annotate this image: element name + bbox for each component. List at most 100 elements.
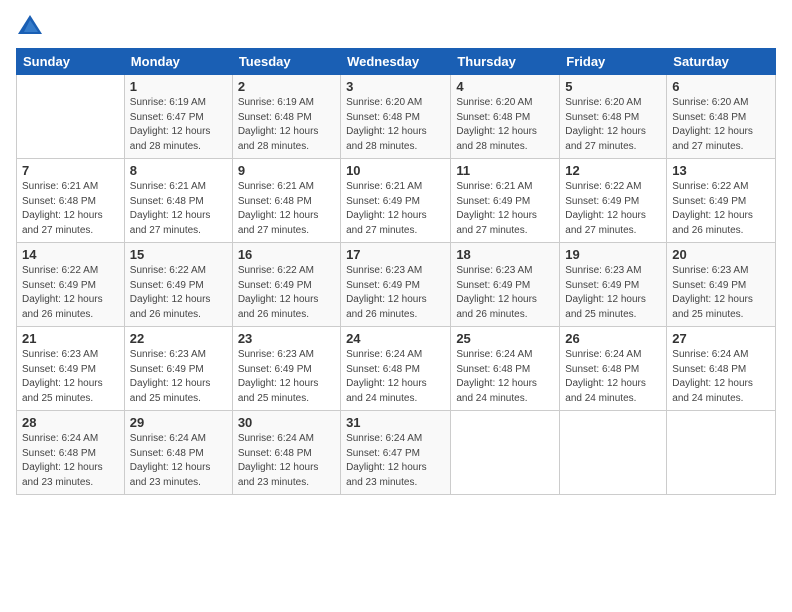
table-row: 11 Sunrise: 6:21 AM Sunset: 6:49 PM Dayli… (451, 159, 560, 243)
page: Sunday Monday Tuesday Wednesday Thursday… (0, 0, 792, 612)
table-row: 28Sunrise: 6:24 AM Sunset: 6:48 PM Dayli… (17, 411, 125, 495)
table-row: 31 Sunrise: 6:24 AM Sunset: 6:47 PM Dayli… (341, 411, 451, 495)
table-row: 24 Sunrise: 6:24 AM Sunset: 6:48 PM Dayli… (341, 327, 451, 411)
day-info: Sunrise: 6:24 AM Sunset: 6:48 PM Dayligh… (22, 432, 119, 490)
day-info: Sunrise: 6:20 AM Sunset: 6:48 PM Dayligh… (346, 96, 445, 154)
day-number: 7 (22, 163, 119, 178)
table-row: 8 Sunrise: 6:21 AM Sunset: 6:48 PM Daylig… (124, 159, 232, 243)
day-number: 8 (130, 163, 227, 178)
day-info: Sunrise: 6:20 AM Sunset: 6:48 PM Dayligh… (456, 96, 554, 154)
day-number: 31 (346, 415, 445, 430)
day-number: 15 (130, 247, 227, 262)
table-row: 23 Sunrise: 6:23 AM Sunset: 6:49 PM Dayli… (232, 327, 340, 411)
day-info: Sunrise: 6:24 AM Sunset: 6:48 PM Dayligh… (565, 348, 661, 406)
day-info: Sunrise: 6:24 AM Sunset: 6:47 PM Dayligh… (346, 432, 445, 490)
day-info: Sunrise: 6:24 AM Sunset: 6:48 PM Dayligh… (130, 432, 227, 490)
calendar-week-row: 28Sunrise: 6:24 AM Sunset: 6:48 PM Dayli… (17, 411, 776, 495)
day-info: Sunrise: 6:24 AM Sunset: 6:48 PM Dayligh… (456, 348, 554, 406)
table-row: 20 Sunrise: 6:23 AM Sunset: 6:49 PM Dayli… (667, 243, 776, 327)
day-number: 17 (346, 247, 445, 262)
col-monday: Monday (124, 49, 232, 75)
day-number: 24 (346, 331, 445, 346)
day-info: Sunrise: 6:23 AM Sunset: 6:49 PM Dayligh… (565, 264, 661, 322)
col-friday: Friday (560, 49, 667, 75)
day-info: Sunrise: 6:21 AM Sunset: 6:48 PM Dayligh… (130, 180, 227, 238)
day-number: 4 (456, 79, 554, 94)
day-info: Sunrise: 6:19 AM Sunset: 6:47 PM Dayligh… (130, 96, 227, 154)
table-row: 3 Sunrise: 6:20 AM Sunset: 6:48 PM Daylig… (341, 75, 451, 159)
day-number: 16 (238, 247, 335, 262)
calendar: Sunday Monday Tuesday Wednesday Thursday… (16, 48, 776, 495)
day-info: Sunrise: 6:23 AM Sunset: 6:49 PM Dayligh… (456, 264, 554, 322)
col-thursday: Thursday (451, 49, 560, 75)
table-row: 18Sunrise: 6:23 AM Sunset: 6:49 PM Dayli… (451, 243, 560, 327)
day-info: Sunrise: 6:23 AM Sunset: 6:49 PM Dayligh… (672, 264, 770, 322)
table-row: 29 Sunrise: 6:24 AM Sunset: 6:48 PM Dayli… (124, 411, 232, 495)
table-row: 22Sunrise: 6:23 AM Sunset: 6:49 PM Dayli… (124, 327, 232, 411)
day-info: Sunrise: 6:20 AM Sunset: 6:48 PM Dayligh… (672, 96, 770, 154)
table-row (17, 75, 125, 159)
calendar-week-row: 21 Sunrise: 6:23 AM Sunset: 6:49 PM Dayli… (17, 327, 776, 411)
day-number: 29 (130, 415, 227, 430)
logo-icon (16, 12, 44, 40)
day-number: 6 (672, 79, 770, 94)
day-number: 30 (238, 415, 335, 430)
day-info: Sunrise: 6:21 AM Sunset: 6:48 PM Dayligh… (238, 180, 335, 238)
calendar-header-row: Sunday Monday Tuesday Wednesday Thursday… (17, 49, 776, 75)
table-row: 7Sunrise: 6:21 AM Sunset: 6:48 PM Daylig… (17, 159, 125, 243)
table-row: 6 Sunrise: 6:20 AM Sunset: 6:48 PM Daylig… (667, 75, 776, 159)
day-number: 10 (346, 163, 445, 178)
table-row: 26Sunrise: 6:24 AM Sunset: 6:48 PM Dayli… (560, 327, 667, 411)
table-row: 16 Sunrise: 6:22 AM Sunset: 6:49 PM Dayli… (232, 243, 340, 327)
calendar-week-row: 14 Sunrise: 6:22 AM Sunset: 6:49 PM Dayli… (17, 243, 776, 327)
day-info: Sunrise: 6:24 AM Sunset: 6:48 PM Dayligh… (672, 348, 770, 406)
day-info: Sunrise: 6:21 AM Sunset: 6:49 PM Dayligh… (456, 180, 554, 238)
day-number: 13 (672, 163, 770, 178)
table-row (560, 411, 667, 495)
calendar-week-row: 1 Sunrise: 6:19 AM Sunset: 6:47 PM Daylig… (17, 75, 776, 159)
day-number: 3 (346, 79, 445, 94)
day-number: 9 (238, 163, 335, 178)
day-number: 11 (456, 163, 554, 178)
table-row: 12 Sunrise: 6:22 AM Sunset: 6:49 PM Dayli… (560, 159, 667, 243)
day-number: 1 (130, 79, 227, 94)
day-number: 19 (565, 247, 661, 262)
col-tuesday: Tuesday (232, 49, 340, 75)
table-row: 10 Sunrise: 6:21 AM Sunset: 6:49 PM Dayli… (341, 159, 451, 243)
day-number: 22 (130, 331, 227, 346)
table-row: 15 Sunrise: 6:22 AM Sunset: 6:49 PM Dayli… (124, 243, 232, 327)
day-info: Sunrise: 6:24 AM Sunset: 6:48 PM Dayligh… (238, 432, 335, 490)
table-row: 9 Sunrise: 6:21 AM Sunset: 6:48 PM Daylig… (232, 159, 340, 243)
day-info: Sunrise: 6:24 AM Sunset: 6:48 PM Dayligh… (346, 348, 445, 406)
day-info: Sunrise: 6:22 AM Sunset: 6:49 PM Dayligh… (672, 180, 770, 238)
table-row: 5 Sunrise: 6:20 AM Sunset: 6:48 PM Daylig… (560, 75, 667, 159)
day-info: Sunrise: 6:23 AM Sunset: 6:49 PM Dayligh… (22, 348, 119, 406)
col-saturday: Saturday (667, 49, 776, 75)
day-info: Sunrise: 6:23 AM Sunset: 6:49 PM Dayligh… (238, 348, 335, 406)
col-wednesday: Wednesday (341, 49, 451, 75)
day-number: 5 (565, 79, 661, 94)
table-row: 25 Sunrise: 6:24 AM Sunset: 6:48 PM Dayli… (451, 327, 560, 411)
day-number: 20 (672, 247, 770, 262)
day-number: 21 (22, 331, 119, 346)
day-info: Sunrise: 6:22 AM Sunset: 6:49 PM Dayligh… (130, 264, 227, 322)
header (16, 12, 776, 40)
col-sunday: Sunday (17, 49, 125, 75)
day-number: 23 (238, 331, 335, 346)
day-number: 2 (238, 79, 335, 94)
day-number: 25 (456, 331, 554, 346)
day-info: Sunrise: 6:20 AM Sunset: 6:48 PM Dayligh… (565, 96, 661, 154)
table-row: 19 Sunrise: 6:23 AM Sunset: 6:49 PM Dayli… (560, 243, 667, 327)
table-row: 14Sunrise: 6:22 AM Sunset: 6:49 PM Dayli… (17, 243, 125, 327)
table-row: 2Sunrise: 6:19 AM Sunset: 6:48 PM Daylig… (232, 75, 340, 159)
day-number: 14 (22, 247, 119, 262)
day-info: Sunrise: 6:22 AM Sunset: 6:49 PM Dayligh… (565, 180, 661, 238)
day-number: 12 (565, 163, 661, 178)
table-row: 30 Sunrise: 6:24 AM Sunset: 6:48 PM Dayli… (232, 411, 340, 495)
day-info: Sunrise: 6:21 AM Sunset: 6:49 PM Dayligh… (346, 180, 445, 238)
table-row: 1 Sunrise: 6:19 AM Sunset: 6:47 PM Daylig… (124, 75, 232, 159)
table-row: 21 Sunrise: 6:23 AM Sunset: 6:49 PM Dayli… (17, 327, 125, 411)
day-info: Sunrise: 6:23 AM Sunset: 6:49 PM Dayligh… (346, 264, 445, 322)
day-info: Sunrise: 6:22 AM Sunset: 6:49 PM Dayligh… (238, 264, 335, 322)
table-row: 4 Sunrise: 6:20 AM Sunset: 6:48 PM Daylig… (451, 75, 560, 159)
